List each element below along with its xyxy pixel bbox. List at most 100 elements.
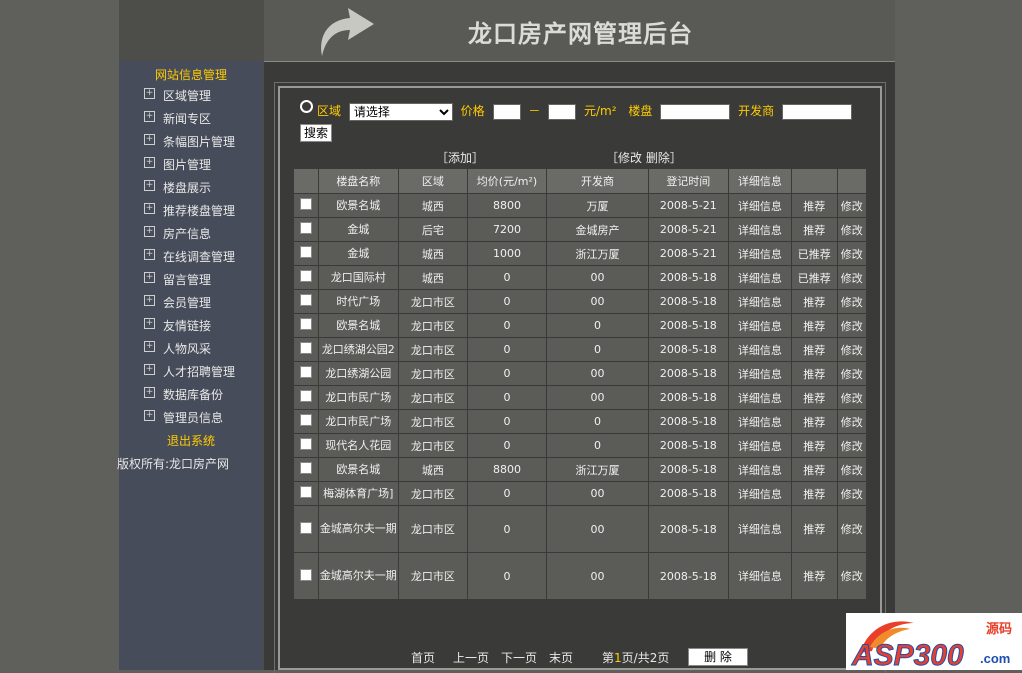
cell-detail-link[interactable]: 详细信息 xyxy=(727,409,792,434)
search-button[interactable]: 搜索 xyxy=(300,124,333,142)
cell-edit-link[interactable]: 修改 xyxy=(836,481,868,506)
cell-recommend-link[interactable]: 推荐 xyxy=(790,337,838,362)
cell-select[interactable] xyxy=(293,337,319,362)
sidebar-item[interactable]: + 在线调查管理 xyxy=(119,246,263,269)
cell-select[interactable] xyxy=(293,433,319,458)
expand-plus-icon[interactable]: + xyxy=(144,341,155,352)
cell-recommend-link[interactable]: 推荐 xyxy=(790,481,838,506)
cell-detail-link[interactable]: 详细信息 xyxy=(727,337,792,362)
row-checkbox[interactable] xyxy=(299,521,312,534)
cell-edit-link[interactable]: 修改 xyxy=(836,552,868,600)
sidebar-item[interactable]: + 会员管理 xyxy=(119,292,263,315)
cell-recommend-link[interactable]: 推荐 xyxy=(790,385,838,410)
cell-edit-link[interactable]: 修改 xyxy=(836,313,868,338)
sidebar-item[interactable]: + 管理员信息 xyxy=(119,407,263,430)
expand-plus-icon[interactable]: + xyxy=(144,249,155,260)
cell-edit-link[interactable]: 修改 xyxy=(836,409,868,434)
cell-recommend-link[interactable]: 推荐 xyxy=(790,289,838,314)
expand-plus-icon[interactable]: + xyxy=(144,226,155,237)
sidebar-item[interactable]: + 楼盘展示 xyxy=(119,177,263,200)
cell-select[interactable] xyxy=(293,385,319,410)
cell-detail-link[interactable]: 详细信息 xyxy=(727,433,792,458)
cell-detail-link[interactable]: 详细信息 xyxy=(727,552,792,600)
cell-detail-link[interactable]: 详细信息 xyxy=(727,457,792,482)
row-checkbox[interactable] xyxy=(299,568,312,581)
expand-plus-icon[interactable]: + xyxy=(144,272,155,283)
cell-recommend-link[interactable]: 推荐 xyxy=(790,313,838,338)
cell-detail-link[interactable]: 详细信息 xyxy=(727,289,792,314)
sidebar-item[interactable]: + 条幅图片管理 xyxy=(119,131,263,154)
cell-select[interactable] xyxy=(293,409,319,434)
sidebar-item[interactable]: + 人才招聘管理 xyxy=(119,361,263,384)
developer-input[interactable] xyxy=(781,103,852,120)
cell-recommend-link[interactable]: 推荐 xyxy=(790,193,838,218)
cell-edit-link[interactable]: 修改 xyxy=(836,265,868,290)
cell-edit-link[interactable]: 修改 xyxy=(836,289,868,314)
sidebar-item[interactable]: + 区域管理 xyxy=(119,85,263,108)
expand-plus-icon[interactable]: + xyxy=(144,318,155,329)
delete-button[interactable]: 删 除 xyxy=(688,648,748,666)
row-checkbox[interactable] xyxy=(299,198,312,210)
row-checkbox[interactable] xyxy=(299,342,312,354)
sidebar-item[interactable]: + 新闻专区 xyxy=(119,108,263,131)
cell-detail-link[interactable]: 详细信息 xyxy=(727,265,792,290)
cell-recommend-link[interactable]: 推荐 xyxy=(790,457,838,482)
expand-plus-icon[interactable]: + xyxy=(144,295,155,306)
expand-plus-icon[interactable]: + xyxy=(144,410,155,421)
pager-prev[interactable]: 上一页 xyxy=(453,649,489,666)
cell-edit-link[interactable]: 修改 xyxy=(836,385,868,410)
sidebar-item[interactable]: + 数据库备份 xyxy=(119,384,263,407)
cell-recommend-link[interactable]: 推荐 xyxy=(790,552,838,600)
cell-select[interactable] xyxy=(293,241,319,266)
cell-edit-link[interactable]: 修改 xyxy=(836,457,868,482)
estate-input[interactable] xyxy=(660,103,731,120)
cell-select[interactable] xyxy=(293,289,319,314)
area-select[interactable]: 请选择 xyxy=(348,102,453,121)
row-checkbox[interactable] xyxy=(299,438,312,450)
cell-recommend-link[interactable]: 推荐 xyxy=(790,409,838,434)
expand-plus-icon[interactable]: + xyxy=(144,111,155,122)
cell-select[interactable] xyxy=(293,361,319,386)
cell-recommend-link[interactable]: 推荐 xyxy=(790,217,838,242)
row-checkbox[interactable] xyxy=(299,222,312,234)
sidebar-item[interactable]: + 图片管理 xyxy=(119,154,263,177)
cell-detail-link[interactable]: 详细信息 xyxy=(727,481,792,506)
row-checkbox[interactable] xyxy=(299,246,312,258)
pager-last[interactable]: 末页 xyxy=(549,649,573,666)
expand-plus-icon[interactable]: + xyxy=(144,387,155,398)
cell-detail-link[interactable]: 详细信息 xyxy=(727,505,792,553)
cell-edit-link[interactable]: 修改 xyxy=(836,361,868,386)
cell-detail-link[interactable]: 详细信息 xyxy=(727,313,792,338)
row-checkbox[interactable] xyxy=(299,414,312,426)
cell-recommend-link[interactable]: 已推荐 xyxy=(790,241,838,266)
row-checkbox[interactable] xyxy=(299,366,312,378)
cell-select[interactable] xyxy=(293,552,319,600)
sidebar-item[interactable]: + 友情链接 xyxy=(119,315,263,338)
expand-plus-icon[interactable]: + xyxy=(144,364,155,375)
cell-recommend-link[interactable]: 推荐 xyxy=(790,361,838,386)
row-checkbox[interactable] xyxy=(299,486,312,498)
cell-select[interactable] xyxy=(293,313,319,338)
row-checkbox[interactable] xyxy=(299,462,312,474)
expand-plus-icon[interactable]: + xyxy=(144,157,155,168)
cell-edit-link[interactable]: 修改 xyxy=(836,193,868,218)
price-max-input[interactable] xyxy=(548,103,577,120)
expand-plus-icon[interactable]: + xyxy=(144,180,155,191)
expand-plus-icon[interactable]: + xyxy=(144,134,155,145)
add-button[interactable]: ［添加］ xyxy=(436,149,484,166)
sidebar-item[interactable]: + 推荐楼盘管理 xyxy=(119,200,263,223)
cell-edit-link[interactable]: 修改 xyxy=(836,505,868,553)
cell-detail-link[interactable]: 详细信息 xyxy=(727,361,792,386)
cell-edit-link[interactable]: 修改 xyxy=(836,217,868,242)
cell-edit-link[interactable]: 修改 xyxy=(836,433,868,458)
pager-first[interactable]: 首页 xyxy=(411,649,435,666)
cell-recommend-link[interactable]: 推荐 xyxy=(790,505,838,553)
row-checkbox[interactable] xyxy=(299,390,312,402)
expand-plus-icon[interactable]: + xyxy=(144,88,155,99)
cell-detail-link[interactable]: 详细信息 xyxy=(727,385,792,410)
sidebar-item[interactable]: + 留言管理 xyxy=(119,269,263,292)
logout-link[interactable]: 退出系统 xyxy=(119,430,263,453)
cell-select[interactable] xyxy=(293,265,319,290)
cell-edit-link[interactable]: 修改 xyxy=(836,241,868,266)
edit-delete-button[interactable]: ［修改 删除］ xyxy=(606,149,682,166)
